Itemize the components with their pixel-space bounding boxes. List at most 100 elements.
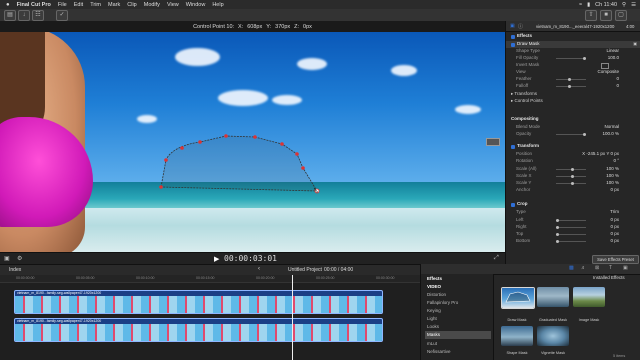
draw-mask-thumbnail-icon[interactable] bbox=[501, 287, 535, 309]
video-frame[interactable] bbox=[0, 32, 505, 252]
image-mask-thumbnail-icon[interactable] bbox=[573, 287, 605, 307]
category-video[interactable]: VIDEO bbox=[427, 283, 491, 291]
opacity-slider[interactable] bbox=[556, 132, 586, 136]
scale-all-row[interactable]: Scale (All) 100 % bbox=[506, 166, 640, 173]
timecode-display[interactable]: 00:00:03:01 bbox=[224, 254, 277, 263]
control-point[interactable] bbox=[280, 142, 284, 146]
control-point[interactable] bbox=[164, 158, 168, 162]
keyword-icon[interactable]: ☷ bbox=[32, 10, 44, 21]
control-point[interactable] bbox=[301, 166, 305, 170]
fill-opacity-row[interactable]: Fill Opacity 100.0 bbox=[506, 55, 640, 62]
control-point[interactable] bbox=[224, 134, 228, 138]
crop-bottom-row[interactable]: Bottom 0 px bbox=[506, 238, 640, 245]
category-looks[interactable]: Looks bbox=[427, 323, 491, 331]
mask-options-icon[interactable]: ▣ bbox=[633, 41, 637, 48]
feather-row[interactable]: Feather 0 bbox=[506, 76, 640, 83]
titles-icon[interactable]: T bbox=[609, 265, 612, 271]
app-menu[interactable]: Final Cut Pro bbox=[17, 2, 51, 8]
crop-top-slider[interactable] bbox=[556, 232, 586, 236]
scale-y-slider[interactable] bbox=[556, 181, 586, 185]
control-point[interactable] bbox=[159, 185, 163, 189]
play-button[interactable]: ▶ bbox=[214, 255, 219, 263]
menu-modify[interactable]: Modify bbox=[144, 2, 160, 8]
effects-enable-checkbox[interactable] bbox=[511, 34, 515, 39]
timeline-clip-lower[interactable]: vietnam_m_8190...family-seg-wallpaper47-… bbox=[14, 318, 383, 342]
position-row[interactable]: Position X -245.1 px Y 0 px bbox=[506, 151, 640, 158]
video-effects-icon[interactable]: ▩ bbox=[569, 265, 574, 271]
category-nefissartive[interactable]: Nefissartive bbox=[427, 348, 491, 356]
on-screen-control-icon[interactable] bbox=[486, 138, 500, 146]
draw-mask-row[interactable]: Draw Mask ▣ bbox=[506, 41, 640, 48]
feather-slider[interactable] bbox=[556, 77, 586, 81]
shape-mask-thumbnail-icon[interactable] bbox=[501, 326, 533, 346]
control-point[interactable] bbox=[180, 146, 184, 150]
scale-x-row[interactable]: Scale X 100 % bbox=[506, 173, 640, 180]
anchor-row[interactable]: Anchor 0 px bbox=[506, 187, 640, 194]
category-masks[interactable]: Masks bbox=[425, 331, 491, 339]
crop-top-row[interactable]: Top 0 px bbox=[506, 231, 640, 238]
notification-center-icon[interactable]: ☰ bbox=[631, 2, 636, 8]
generators-icon[interactable]: ▣ bbox=[623, 265, 628, 271]
menu-view[interactable]: View bbox=[167, 2, 179, 8]
category-light[interactable]: Light bbox=[427, 315, 491, 323]
wifi-icon[interactable]: ≈ bbox=[579, 2, 582, 8]
draw-mask-checkbox[interactable] bbox=[511, 42, 515, 47]
blend-mode-row[interactable]: Blend Mode Normal bbox=[506, 124, 640, 131]
control-point[interactable] bbox=[253, 135, 257, 139]
scale-y-row[interactable]: Scale Y 100 % bbox=[506, 180, 640, 187]
info-inspector-icon[interactable]: ⓘ bbox=[518, 23, 523, 30]
timeline-ruler[interactable]: 00:00:00:00 00:00:05:00 00:00:10:00 00:0… bbox=[0, 275, 420, 283]
mask-path[interactable] bbox=[160, 135, 318, 192]
crop-right-row[interactable]: Right 0 px bbox=[506, 224, 640, 231]
control-points-disclosure[interactable]: ▸ Control Points bbox=[506, 98, 640, 105]
category-distortion[interactable]: Distortion bbox=[427, 291, 491, 299]
menu-clip[interactable]: Clip bbox=[127, 2, 136, 8]
transform-enable-checkbox[interactable] bbox=[511, 144, 515, 149]
fill-opacity-slider[interactable] bbox=[556, 56, 586, 60]
enhancements-icon[interactable]: ⚙ bbox=[17, 255, 22, 262]
transforms-disclosure[interactable]: ▸ Transforms bbox=[506, 91, 640, 98]
compositing-section-header[interactable]: Compositing bbox=[506, 116, 640, 123]
browser-toggle-icon[interactable]: ▢ bbox=[615, 10, 627, 21]
category-mlut[interactable]: mLut bbox=[427, 340, 491, 348]
falloff-row[interactable]: Falloff 0 bbox=[506, 83, 640, 90]
crop-type-row[interactable]: Type Trim bbox=[506, 209, 640, 216]
spotlight-icon[interactable]: ⚲ bbox=[622, 2, 626, 8]
save-effects-preset-button[interactable]: Save Effects Preset bbox=[592, 255, 639, 264]
menu-edit[interactable]: Edit bbox=[74, 2, 83, 8]
share-icon[interactable]: ⇧ bbox=[585, 10, 597, 21]
crop-enable-checkbox[interactable] bbox=[511, 202, 515, 207]
menu-window[interactable]: Window bbox=[186, 2, 206, 8]
apple-menu-icon[interactable]: ● bbox=[6, 2, 10, 8]
category-fallapinlory-pro[interactable]: Fallapinlory Pro bbox=[427, 299, 491, 307]
library-toggle-icon[interactable]: ▤ bbox=[4, 10, 16, 21]
crop-left-row[interactable]: Left 0 px bbox=[506, 217, 640, 224]
draw-mask-overlay[interactable] bbox=[0, 32, 505, 252]
crop-left-slider[interactable] bbox=[556, 218, 586, 222]
scale-all-slider[interactable] bbox=[556, 167, 586, 171]
view-options-icon[interactable]: ▣ bbox=[4, 255, 10, 262]
shape-type-row[interactable]: Shape Type Linear bbox=[506, 48, 640, 55]
crop-bottom-slider[interactable] bbox=[556, 239, 586, 243]
inspector-toggle-icon[interactable]: ■ bbox=[600, 10, 612, 21]
vignette-mask-thumbnail-icon[interactable] bbox=[537, 326, 569, 346]
back-arrow-icon[interactable]: ‹ bbox=[258, 266, 260, 272]
menu-help[interactable]: Help bbox=[212, 2, 223, 8]
menu-file[interactable]: File bbox=[58, 2, 67, 8]
opacity-row[interactable]: Opacity 100.0 % bbox=[506, 131, 640, 138]
video-inspector-icon[interactable]: ▣ bbox=[510, 23, 515, 29]
crop-right-slider[interactable] bbox=[556, 225, 586, 229]
timeline-clip-upper[interactable]: vietnam_m_8190...family-seg-wallpaper47-… bbox=[14, 290, 383, 314]
index-button[interactable]: Index bbox=[9, 267, 21, 273]
menubar-clock[interactable]: Ch 11:40 bbox=[595, 2, 617, 8]
category-effects[interactable]: Effects bbox=[427, 275, 491, 283]
control-point[interactable] bbox=[295, 152, 299, 156]
falloff-slider[interactable] bbox=[556, 84, 586, 88]
transitions-icon[interactable]: ⊠ bbox=[595, 265, 599, 271]
invert-mask-row[interactable]: Invert Mask bbox=[506, 62, 640, 69]
crop-section-header[interactable]: Crop bbox=[506, 201, 640, 208]
category-keying[interactable]: Keying bbox=[427, 307, 491, 315]
menu-trim[interactable]: Trim bbox=[90, 2, 101, 8]
control-point[interactable] bbox=[198, 140, 202, 144]
graduated-mask-thumbnail-icon[interactable] bbox=[537, 287, 569, 307]
